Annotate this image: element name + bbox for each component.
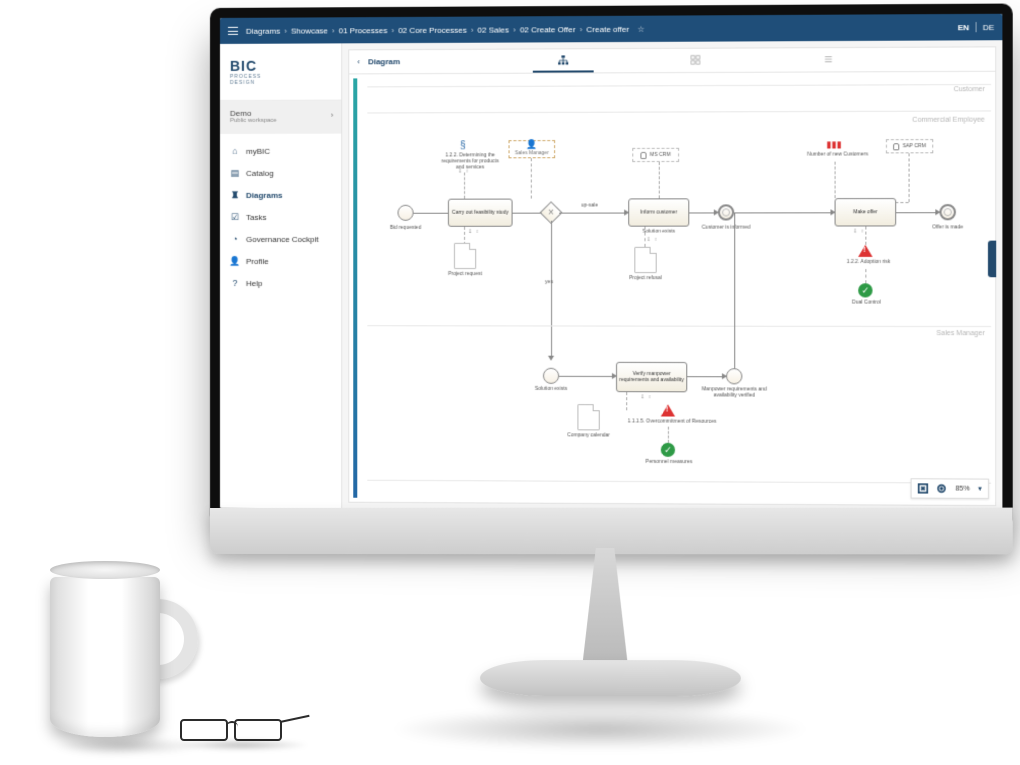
desktop-monitor: Diagrams ›Showcase ›01 Processes ›02 Cor…	[210, 8, 1000, 748]
event-solution-exists[interactable]	[543, 368, 559, 384]
check-icon: ✓	[661, 443, 675, 457]
event-verified[interactable]	[726, 368, 742, 384]
list-icon	[824, 54, 834, 64]
doc-company-calendar[interactable]	[577, 404, 599, 430]
sidebar-item-profile[interactable]: 👤Profile	[220, 250, 341, 272]
law-icon: §	[460, 140, 466, 151]
help-icon: ?	[230, 278, 240, 288]
diagram-canvas[interactable]: Customer Commercial Employee § 1.2.2. De…	[349, 72, 995, 505]
grid-icon	[691, 54, 701, 64]
sidebar-item-mybic[interactable]: ⌂myBIC	[220, 140, 341, 162]
lane-title-commercial: Commercial Employee	[912, 117, 985, 124]
sidebar-item-tasks[interactable]: ☑Tasks	[220, 206, 341, 228]
workspace-selector[interactable]: Demo Public workspace ›	[220, 101, 341, 134]
page-title: Diagram	[368, 57, 400, 66]
center-icon[interactable]	[937, 483, 947, 493]
main-panel: ‹ Diagram	[348, 46, 996, 506]
start-event[interactable]	[398, 205, 414, 221]
check-icon-2: ✓	[858, 283, 872, 297]
zoom-dropdown-icon[interactable]: ▾	[978, 485, 982, 493]
task-make-offer[interactable]: Make offer	[835, 198, 897, 226]
sidebar-nav: ⌂myBIC ▤Catalog ♜Diagrams ☑Tasks ◔Govern…	[220, 134, 341, 300]
role-sales-manager: 👤 Sales Manager	[509, 140, 556, 158]
sidebar-item-diagrams[interactable]: ♜Diagrams	[220, 184, 341, 206]
breadcrumb[interactable]: Diagrams ›Showcase ›01 Processes ›02 Cor…	[246, 23, 958, 36]
doc-project-request[interactable]	[454, 243, 476, 269]
fit-screen-icon[interactable]	[918, 483, 928, 493]
tab-grid[interactable]	[665, 49, 726, 73]
sidebar-item-help[interactable]: ?Help	[220, 272, 341, 294]
sidebar: BIC PROCESSDESIGN Demo Public workspace …	[220, 43, 342, 508]
lane-title-customer: Customer	[954, 86, 985, 93]
topbar: Diagrams ›Showcase ›01 Processes ›02 Cor…	[220, 14, 1002, 44]
hierarchy-icon	[559, 55, 569, 65]
diagram-icon: ♜	[230, 190, 240, 200]
home-icon: ⌂	[230, 146, 240, 156]
zoom-value: 85%	[955, 485, 969, 492]
tab-list[interactable]	[798, 48, 860, 72]
kpi-icon: ▮▮▮	[826, 139, 841, 150]
coffee-mug	[50, 567, 200, 737]
sidebar-item-catalog[interactable]: ▤Catalog	[220, 162, 341, 184]
tasks-icon: ☑	[230, 212, 240, 222]
task-feasibility[interactable]: Carry out feasibility study	[448, 199, 513, 227]
person-icon: 👤	[526, 139, 537, 150]
lang-en[interactable]: EN	[958, 23, 969, 32]
zoom-toolbar: 85% ▾	[911, 478, 989, 499]
risk-icon-2	[858, 245, 872, 257]
lang-de[interactable]: DE	[983, 22, 994, 31]
lane-title-sales-manager: Sales Manager	[936, 330, 985, 337]
favorite-star-icon[interactable]: ☆	[637, 24, 644, 33]
book-icon: ▤	[230, 168, 240, 178]
diagram-header: ‹ Diagram	[349, 47, 995, 74]
end-event-offer[interactable]	[939, 204, 955, 220]
user-icon: 👤	[230, 256, 240, 266]
sidebar-item-governance[interactable]: ◔Governance Cockpit	[220, 228, 341, 250]
risk-icon	[661, 404, 675, 416]
hamburger-icon[interactable]	[228, 27, 238, 35]
task-inform-customer[interactable]: Inform customer	[628, 198, 689, 226]
tab-hierarchy[interactable]	[533, 49, 594, 72]
end-event-informed[interactable]	[718, 204, 734, 220]
app-logo: BIC PROCESSDESIGN	[220, 43, 341, 101]
breadcrumb-root[interactable]: Diagrams	[246, 26, 280, 35]
chevron-right-icon: ›	[331, 113, 333, 120]
doc-project-refusal[interactable]	[634, 247, 656, 273]
gauge-icon: ◔	[230, 234, 240, 244]
side-panel-toggle[interactable]	[988, 241, 996, 278]
system-ms-crm: MS CRM	[632, 148, 679, 162]
back-icon[interactable]: ‹	[349, 57, 368, 66]
app-screen: Diagrams ›Showcase ›01 Processes ›02 Cor…	[220, 14, 1002, 512]
system-sap-crm: SAP CRM	[886, 139, 933, 153]
task-verify-manpower[interactable]: Verify manpower requirements and availab…	[616, 362, 687, 392]
language-switch[interactable]: EN DE	[958, 22, 994, 32]
